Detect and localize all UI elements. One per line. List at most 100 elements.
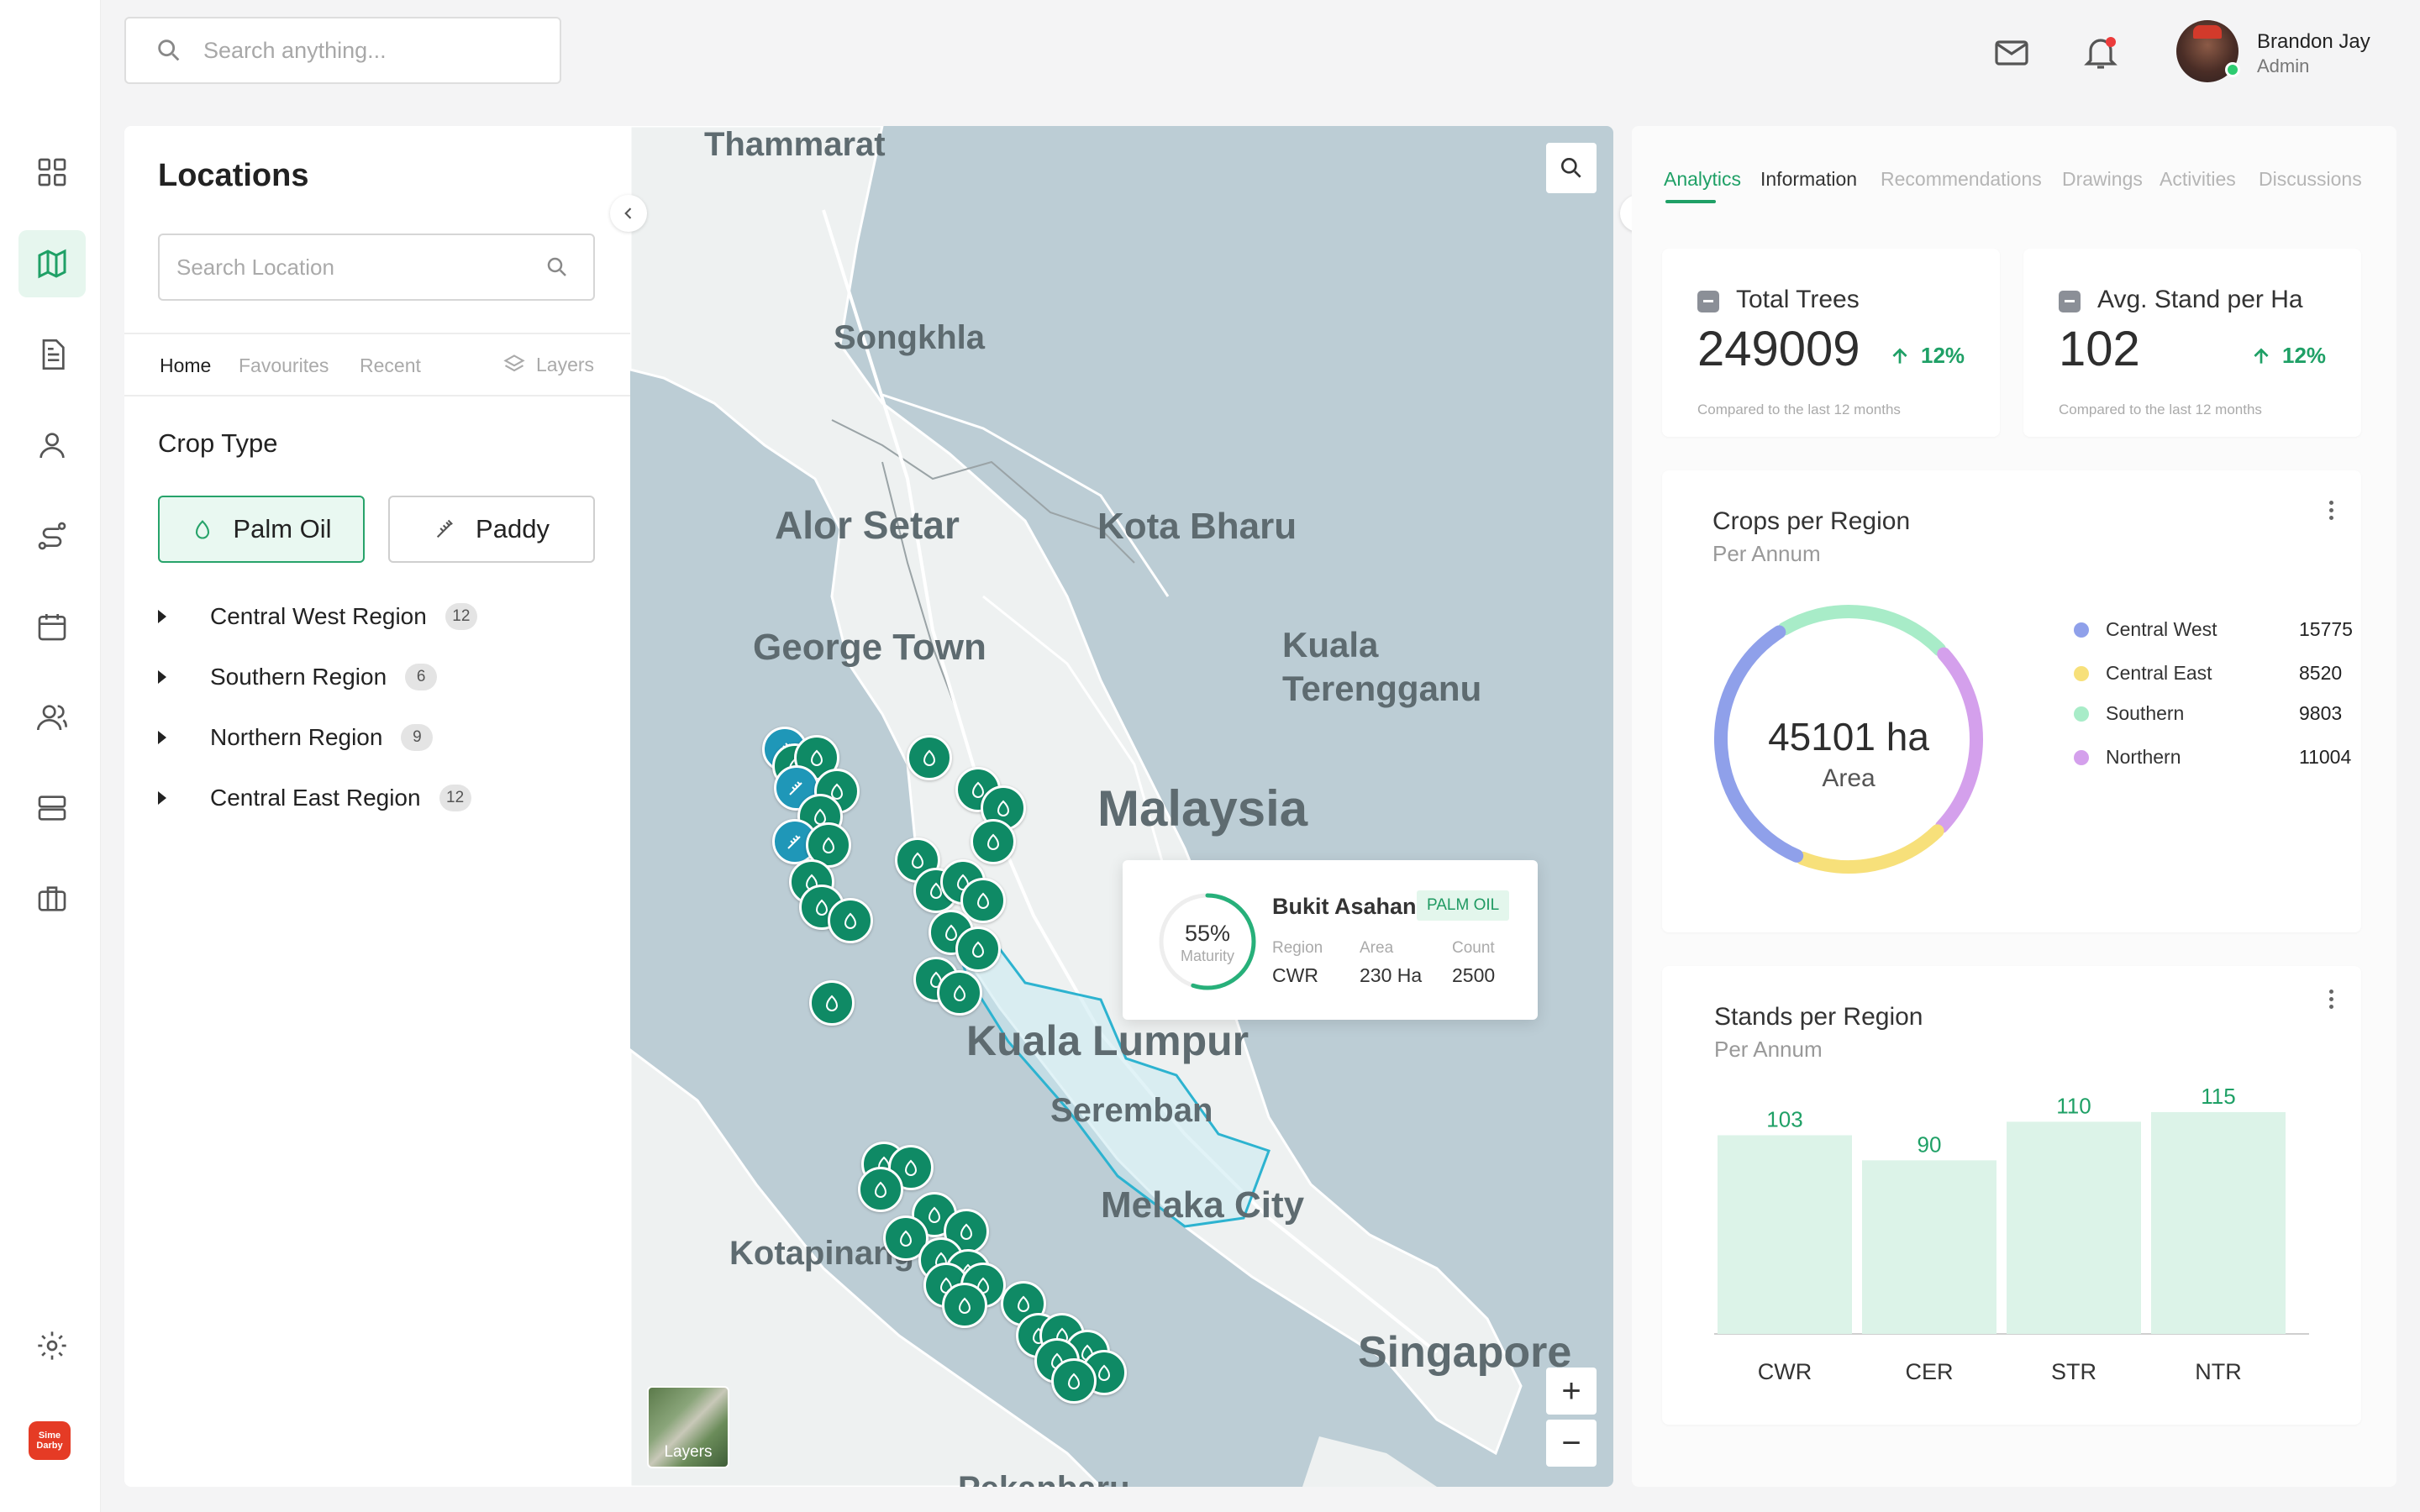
location-popup[interactable]: 55% Maturity Bukit Asahan PALM OIL Regio… <box>1123 860 1538 1020</box>
legend-value: 8520 <box>2299 662 2343 684</box>
layers-label: Layers <box>536 353 595 375</box>
sidebar-item-profile[interactable] <box>18 412 86 479</box>
stat-card-avg-stand: Avg. Stand per Ha 102 12% Compared to th… <box>2023 249 2361 437</box>
bar-str[interactable] <box>2007 1121 2141 1334</box>
legend-label: Central East <box>2106 662 2212 684</box>
palm-oil-marker[interactable] <box>971 819 1016 864</box>
tab-activities[interactable]: Activities <box>2160 168 2236 191</box>
mail-icon[interactable] <box>1991 32 2032 72</box>
map-view[interactable]: Thammarat Songkhla Alor Setar Kota Bharu… <box>630 126 1613 1487</box>
sidebar-item-dashboard[interactable] <box>18 139 86 206</box>
sidebar-item-documents[interactable] <box>18 321 86 388</box>
tab-analytics[interactable]: Analytics <box>1664 168 1741 191</box>
tab-home[interactable]: Home <box>160 354 211 377</box>
palm-oil-icon <box>899 1230 913 1247</box>
sidebar-item-storage[interactable] <box>18 774 86 842</box>
map-label: Kota Bharu <box>1097 506 1297 547</box>
bar-cwr[interactable] <box>1718 1135 1852 1334</box>
area-key: Area <box>1360 939 1394 957</box>
more-options-icon[interactable] <box>2329 501 2334 521</box>
region-name: Central East Region <box>210 785 421 811</box>
legend-item: Central East 8520 <box>2074 662 2343 685</box>
sidebar-item-settings[interactable] <box>18 1312 86 1379</box>
bar-value-label: 110 <box>2056 1093 2091 1118</box>
tab-recommendations[interactable]: Recommendations <box>1881 168 2042 191</box>
maturity-label: Maturity <box>1180 948 1234 964</box>
stands-per-region-card: Stands per Region Per Annum 103 CWR 90 CER 1… <box>1662 966 2361 1425</box>
palm-oil-icon <box>928 1206 941 1223</box>
region-name: Central West Region <box>210 603 427 629</box>
location-search[interactable] <box>158 234 595 301</box>
global-search-input[interactable] <box>203 37 539 64</box>
tab-discussions[interactable]: Discussions <box>2259 168 2362 191</box>
palm-oil-icon <box>958 1297 971 1314</box>
layers-toggle[interactable]: Layers <box>502 353 594 376</box>
maturity-value: 55% <box>1184 921 1231 946</box>
sidebar-item-map[interactable] <box>18 230 86 297</box>
donut-slice-central-east[interactable] <box>1796 824 1944 874</box>
document-icon <box>42 339 65 370</box>
sidebar-item-team[interactable] <box>18 684 86 751</box>
palm-oil-marker[interactable] <box>1051 1358 1097 1404</box>
sidebar-item-routes[interactable] <box>18 502 86 570</box>
region-count-badge: 6 <box>405 664 438 690</box>
donut-center-value: 45101 ha <box>1768 715 1929 759</box>
region-count-badge: 12 <box>445 603 477 630</box>
map-label: Melaka City <box>1101 1184 1305 1226</box>
paddy-icon <box>436 519 453 538</box>
palm-oil-icon <box>904 1159 918 1176</box>
topbar <box>101 0 2420 104</box>
palm-oil-marker[interactable] <box>809 980 855 1026</box>
sidebar-item-projects[interactable] <box>18 865 86 932</box>
palm-oil-icon <box>911 852 924 869</box>
count-value: 2500 <box>1452 964 1496 986</box>
region-item-northern[interactable]: Northern Region 9 <box>158 724 434 751</box>
bar-ntr[interactable] <box>2151 1111 2286 1334</box>
map-search-button[interactable] <box>1546 143 1597 193</box>
card-subtitle: Per Annum <box>1712 541 1821 566</box>
collapse-left-button[interactable] <box>610 195 647 232</box>
crop-palm-oil-button[interactable]: Palm Oil <box>158 496 365 563</box>
bell-icon[interactable] <box>2081 32 2121 72</box>
tab-drawings[interactable]: Drawings <box>2062 168 2143 191</box>
map-label: Pekanbaru <box>958 1470 1130 1487</box>
legend-value: 15775 <box>2299 618 2353 640</box>
palm-oil-marker[interactable] <box>955 927 1001 972</box>
donut-center-label: Area <box>1822 764 1876 792</box>
palm-oil-marker[interactable] <box>942 1283 987 1328</box>
bar-value-label: 103 <box>1766 1106 1802 1131</box>
layers-thumb-label: Layers <box>664 1443 713 1461</box>
palm-oil-marker[interactable] <box>937 970 982 1016</box>
layers-thumbnail-button[interactable]: Layers <box>647 1386 729 1468</box>
palm-oil-marker[interactable] <box>828 898 873 943</box>
legend-value: 11004 <box>2299 746 2352 768</box>
crop-type-title: Crop Type <box>158 428 278 458</box>
search-icon <box>1561 158 1581 178</box>
bar-chart: 103 CWR 90 CER 110 STR 115 NTR <box>1714 1084 2309 1384</box>
legend-label: Northern <box>2106 746 2181 768</box>
sidebar-item-calendar[interactable] <box>18 593 86 660</box>
crop-paddy-button[interactable]: Paddy <box>388 496 595 563</box>
donut-slice-southern[interactable] <box>1777 605 1947 657</box>
sidebar: Sime Darby <box>0 0 101 1512</box>
tab-information[interactable]: Information <box>1760 168 1857 191</box>
region-name: Southern Region <box>210 664 387 690</box>
zoom-in-button[interactable]: + <box>1546 1368 1597 1415</box>
global-search[interactable] <box>124 17 561 84</box>
bar-value-label: 90 <box>1918 1131 1942 1157</box>
palm-oil-marker[interactable] <box>858 1167 903 1212</box>
stat-title: Avg. Stand per Ha <box>2097 286 2303 313</box>
region-item-central-west[interactable]: Central West Region 12 <box>158 603 477 630</box>
region-item-central-east[interactable]: Central East Region 12 <box>158 785 471 811</box>
tab-favourites[interactable]: Favourites <box>239 354 329 377</box>
region-item-southern[interactable]: Southern Region 6 <box>158 664 438 690</box>
zoom-out-button[interactable]: − <box>1546 1420 1597 1467</box>
stat-value: 102 <box>2059 322 2140 376</box>
route-icon <box>38 522 66 550</box>
bar-cer[interactable] <box>1862 1160 1996 1334</box>
palm-oil-marker[interactable] <box>907 735 952 780</box>
tab-recent[interactable]: Recent <box>360 354 421 377</box>
location-search-input[interactable] <box>176 254 529 281</box>
palm-oil-icon <box>960 1223 973 1240</box>
notification-dot <box>2106 37 2116 47</box>
